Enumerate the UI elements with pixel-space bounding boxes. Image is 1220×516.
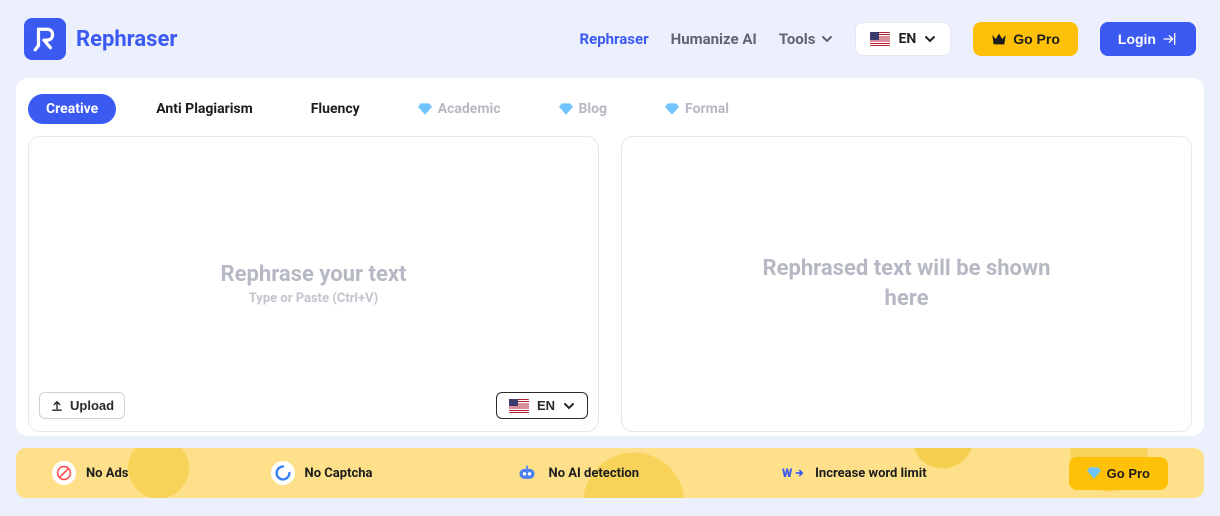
nav-tools[interactable]: Tools (779, 30, 834, 48)
tab-fluency[interactable]: Fluency (293, 94, 378, 124)
nav: Rephraser Humanize AI Tools EN Go Pro Lo… (579, 22, 1196, 56)
login-button[interactable]: Login (1100, 22, 1196, 56)
diamond-icon (665, 103, 679, 115)
flag-us-icon (509, 399, 529, 413)
panels: Rephrase your text Type or Paste (Ctrl+V… (26, 136, 1194, 432)
input-title: Rephrase your text (221, 262, 407, 287)
chevron-down-icon (821, 33, 833, 45)
header: Rephraser Rephraser Humanize AI Tools EN… (0, 0, 1220, 78)
diamond-icon (1087, 467, 1101, 479)
diamond-icon (559, 103, 573, 115)
promo-no-ai-detection: No AI detection (515, 461, 640, 485)
no-captcha-icon (271, 461, 295, 485)
language-selector[interactable]: EN (855, 22, 951, 56)
tab-blog-label: Blog (579, 101, 608, 117)
output-text: Rephrased text will be shown here (747, 254, 1067, 313)
tab-academic-label: Academic (438, 101, 501, 117)
nav-humanize[interactable]: Humanize AI (671, 30, 757, 48)
input-language-selector[interactable]: EN (496, 392, 588, 419)
main-card: Creative Anti Plagiarism Fluency Academi… (16, 78, 1204, 436)
promo-no-ads-label: No Ads (86, 466, 128, 481)
chevron-down-icon (563, 400, 575, 412)
nav-rephraser[interactable]: Rephraser (579, 30, 648, 48)
tab-formal-label: Formal (685, 101, 729, 117)
word-limit-icon: W (781, 461, 805, 485)
tab-academic[interactable]: Academic (400, 94, 519, 124)
login-label: Login (1118, 31, 1156, 47)
upload-label: Upload (70, 398, 114, 413)
mode-tabs: Creative Anti Plagiarism Fluency Academi… (26, 90, 1194, 136)
tab-creative[interactable]: Creative (28, 94, 116, 124)
brand-name: Rephraser (76, 27, 177, 52)
crown-icon (991, 32, 1007, 46)
logo-icon (24, 18, 66, 60)
gopro-button[interactable]: Go Pro (973, 22, 1078, 56)
tab-anti-plagiarism[interactable]: Anti Plagiarism (138, 94, 271, 124)
promo-no-captcha-label: No Captcha (305, 466, 373, 481)
svg-text:W: W (782, 466, 793, 480)
promo-gopro-label: Go Pro (1107, 466, 1150, 481)
upload-icon (50, 399, 64, 413)
tab-formal[interactable]: Formal (647, 94, 747, 124)
promo-banner: No Ads No Captcha No AI detection W Incr… (16, 448, 1204, 498)
input-placeholder: Rephrase your text Type or Paste (Ctrl+V… (29, 137, 598, 431)
flag-us-icon (870, 32, 890, 46)
nav-tools-label: Tools (779, 30, 816, 48)
logo[interactable]: Rephraser (24, 18, 177, 60)
diamond-icon (418, 103, 432, 115)
input-panel[interactable]: Rephrase your text Type or Paste (Ctrl+V… (28, 136, 599, 432)
promo-word-limit: W Increase word limit (781, 461, 926, 485)
no-ads-icon (52, 461, 76, 485)
gopro-label: Go Pro (1013, 31, 1060, 47)
upload-button[interactable]: Upload (39, 392, 125, 419)
login-arrow-icon (1162, 32, 1178, 46)
promo-word-limit-label: Increase word limit (815, 466, 926, 481)
robot-icon (515, 461, 539, 485)
promo-no-ads: No Ads (52, 461, 128, 485)
chevron-down-icon (924, 33, 936, 45)
promo-no-captcha: No Captcha (271, 461, 373, 485)
output-panel: Rephrased text will be shown here (621, 136, 1192, 432)
tab-blog[interactable]: Blog (541, 94, 626, 124)
input-lang-code: EN (537, 398, 555, 413)
language-code: EN (898, 31, 916, 47)
promo-no-ai-label: No AI detection (549, 466, 640, 481)
promo-gopro-button[interactable]: Go Pro (1069, 457, 1168, 490)
input-hint: Type or Paste (Ctrl+V) (249, 291, 379, 306)
output-placeholder: Rephrased text will be shown here (622, 137, 1191, 431)
